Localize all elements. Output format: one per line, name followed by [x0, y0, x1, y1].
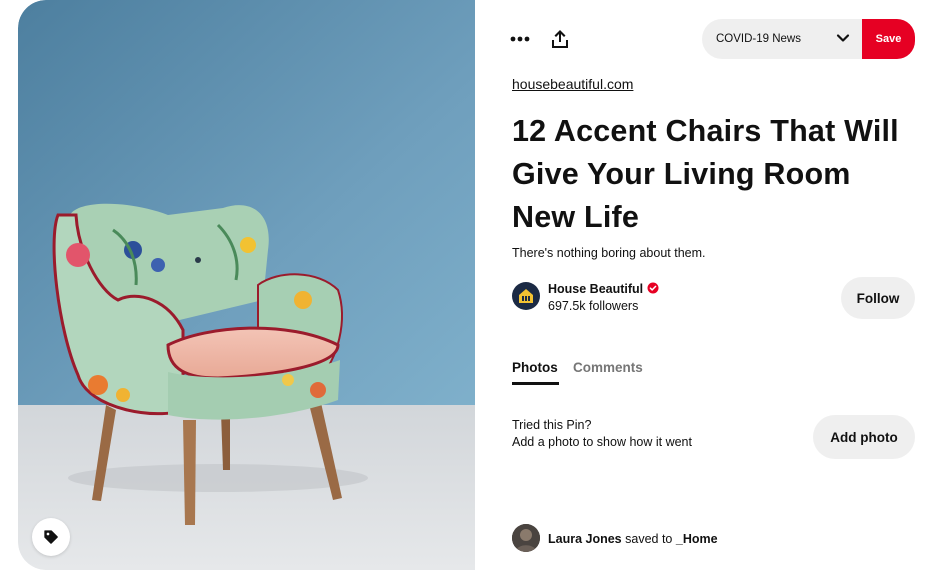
shop-tag-button[interactable]	[32, 518, 70, 556]
add-photo-button[interactable]: Add photo	[813, 415, 915, 459]
tab-active-underline	[512, 382, 559, 385]
share-upload-icon	[552, 30, 568, 48]
follow-button[interactable]: Follow	[841, 277, 915, 319]
chair-photo	[18, 0, 475, 570]
save-button[interactable]: Save	[862, 19, 915, 59]
creator-avatar[interactable]	[512, 282, 540, 310]
pin-details-pane: COVID-19 News Save housebeautiful.com 12…	[475, 0, 929, 570]
creator-name-text: House Beautiful	[548, 282, 644, 296]
saved-board-link[interactable]: _Home	[676, 532, 718, 546]
user-avatar-photo	[512, 524, 540, 552]
tab-photos[interactable]: Photos	[512, 360, 558, 375]
more-dots-icon	[510, 36, 530, 42]
tab-comments[interactable]: Comments	[573, 360, 643, 375]
pin-title: 12 Accent Chairs That Will Give Your Liv…	[512, 114, 899, 234]
saver-name[interactable]: Laura Jones	[548, 532, 622, 546]
pin-closeup-card: COVID-19 News Save housebeautiful.com 12…	[18, 0, 929, 570]
tried-subtext: Add a photo to show how it went	[512, 435, 692, 449]
creator-name[interactable]: House Beautiful	[548, 282, 659, 296]
pin-toolbar: COVID-19 News Save	[475, 0, 929, 78]
board-select-dropdown[interactable]: COVID-19 News	[702, 19, 862, 59]
source-link[interactable]: housebeautiful.com	[512, 76, 633, 92]
saver-avatar[interactable]	[512, 524, 540, 552]
pin-description: There's nothing boring about them.	[512, 246, 706, 260]
tag-icon	[44, 530, 58, 544]
board-select-value: COVID-19 News	[716, 33, 801, 45]
saved-to-text: saved to	[625, 532, 673, 546]
share-button[interactable]	[543, 22, 577, 56]
saved-by-line: Laura Jones saved to _Home	[548, 532, 718, 546]
creator-followers: 697.5k followers	[548, 299, 639, 313]
more-options-button[interactable]	[503, 22, 537, 56]
tried-heading: Tried this Pin?	[512, 418, 592, 432]
tried-this-pin: Tried this Pin? Add a photo to show how …	[512, 417, 692, 451]
verified-badge-icon	[647, 282, 659, 294]
house-logo-icon	[519, 289, 533, 303]
chevron-down-icon	[836, 34, 850, 42]
pin-image[interactable]	[18, 0, 475, 570]
